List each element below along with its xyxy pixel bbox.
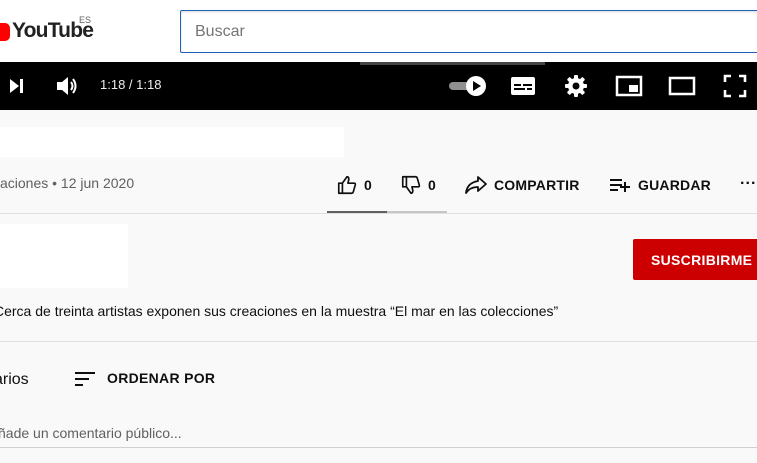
autoplay-toggle-icon — [449, 76, 486, 96]
fullscreen-button[interactable] — [720, 62, 750, 110]
settings-icon — [565, 75, 587, 97]
miniplayer-icon — [615, 75, 643, 97]
dislike-button[interactable]: 0 — [400, 170, 436, 200]
player-controls: 1:18 / 1:18 — [0, 62, 757, 110]
thumbs-down-icon — [401, 175, 421, 195]
time-display: 1:18 / 1:18 — [100, 77, 162, 92]
region-code: ES — [79, 15, 92, 25]
autoplay-toggle[interactable] — [445, 62, 491, 110]
comment-input-underline — [0, 447, 757, 448]
like-count: 0 — [364, 177, 372, 193]
theater-mode-button[interactable] — [666, 62, 698, 110]
subtitles-icon — [511, 77, 535, 95]
search-input[interactable] — [180, 10, 757, 53]
player-progress-track[interactable] — [360, 62, 545, 65]
share-icon — [465, 176, 487, 194]
video-title-redacted — [0, 127, 344, 157]
add-comment-input[interactable] — [0, 421, 757, 445]
theater-mode-icon — [668, 76, 696, 96]
share-button[interactable]: COMPARTIR — [464, 170, 580, 200]
sort-icon[interactable] — [74, 369, 96, 389]
save-button[interactable]: GUARDAR — [608, 170, 711, 200]
next-icon — [10, 79, 23, 93]
video-description: Cerca de treinta artistas exponen sus cr… — [0, 303, 559, 319]
divider — [0, 341, 757, 342]
more-icon: ··· — [740, 175, 757, 192]
dislike-count: 0 — [428, 177, 436, 193]
subscribe-button[interactable]: SUSCRIBIRME — [633, 239, 757, 280]
volume-icon — [57, 77, 77, 95]
next-button[interactable] — [0, 62, 30, 110]
video-meta: aciones • 12 jun 2020 — [0, 175, 135, 191]
thumbs-up-icon — [337, 175, 357, 195]
like-button[interactable]: 0 — [336, 170, 372, 200]
youtube-logo-icon[interactable] — [0, 23, 10, 41]
playlist-add-icon — [610, 179, 630, 192]
share-label: COMPARTIR — [494, 177, 580, 193]
sort-by-button[interactable]: ORDENAR POR — [107, 370, 215, 386]
volume-button[interactable] — [52, 62, 82, 110]
miniplayer-button[interactable] — [613, 62, 645, 110]
channel-info-redacted — [0, 224, 128, 288]
subtitles-button[interactable] — [507, 62, 539, 110]
fullscreen-icon — [723, 74, 747, 98]
settings-button[interactable] — [561, 62, 591, 110]
save-label: GUARDAR — [638, 177, 711, 193]
more-actions-button[interactable]: ··· — [740, 169, 757, 199]
divider — [0, 213, 757, 214]
comments-count-label: arios — [0, 371, 29, 388]
